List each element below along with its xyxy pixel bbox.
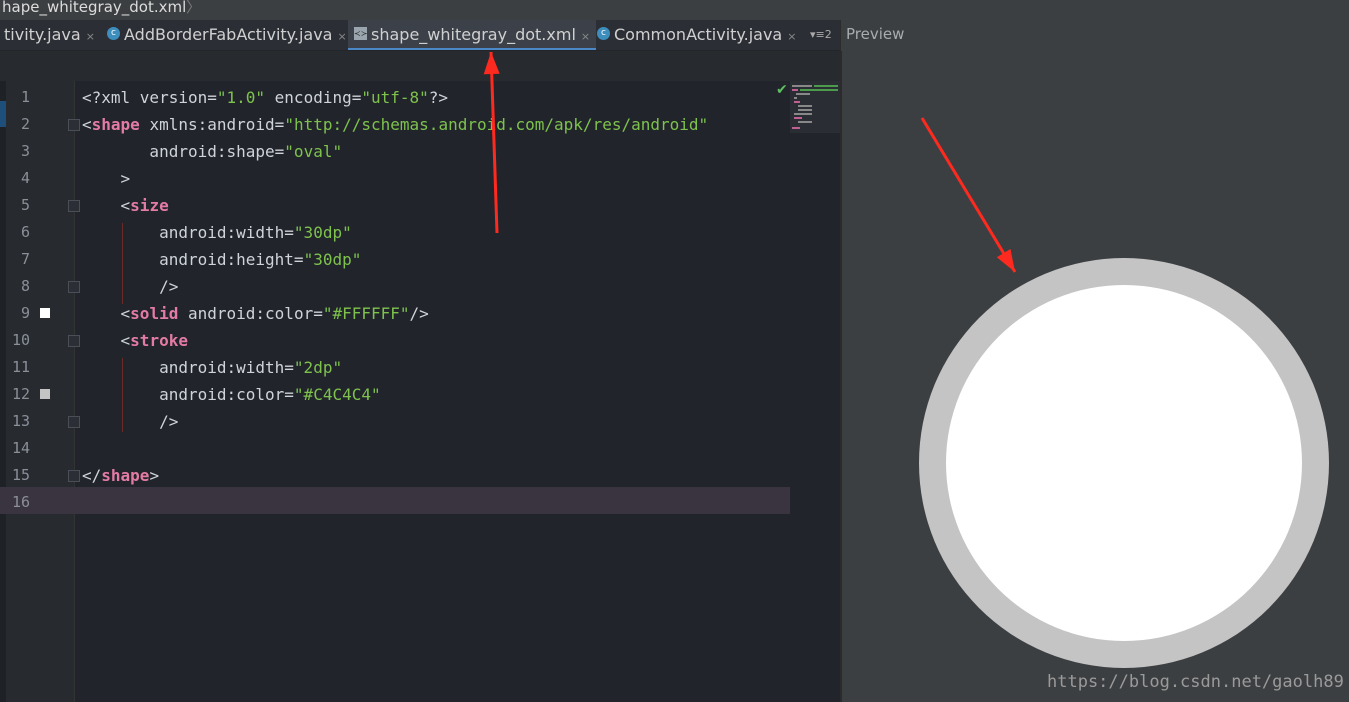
watermark: https://blog.csdn.net/gaolh89 — [1047, 672, 1344, 692]
preview-canvas — [919, 258, 1329, 668]
line-number: 7 — [20, 250, 30, 268]
line-number: 6 — [20, 223, 30, 241]
line-number: 5 — [20, 196, 30, 214]
code-line[interactable]: <solid android:color="#FFFFFF"/> — [82, 300, 429, 327]
breadcrumb[interactable]: hape_whitegray_dot.xml 〉 — [0, 0, 1349, 20]
color-swatch-icon[interactable] — [40, 308, 50, 318]
class-icon: c — [107, 27, 120, 40]
code-line[interactable]: android:width="30dp" — [82, 219, 352, 246]
tab-label: tivity.java — [4, 25, 81, 44]
fold-marker-icon[interactable] — [68, 200, 80, 212]
line-number: 15 — [11, 466, 30, 484]
editor-tab-bar: tivity.java × c AddBorderFabActivity.java ×… — [0, 20, 841, 51]
preview-title: Preview — [846, 25, 905, 43]
fold-marker-icon[interactable] — [68, 470, 80, 482]
code-line[interactable]: <?xml version="1.0" encoding="utf-8"?> — [82, 84, 448, 111]
tab-label: CommonActivity.java — [614, 25, 783, 44]
editor-header-strip — [0, 51, 841, 81]
tab-overflow-button[interactable]: ▾≡2 — [810, 20, 832, 50]
color-swatch-icon[interactable] — [40, 389, 50, 399]
line-number: 2 — [20, 115, 30, 133]
preview-oval-fill — [946, 285, 1302, 641]
close-icon[interactable]: × — [787, 30, 796, 43]
fold-marker-icon[interactable] — [68, 335, 80, 347]
close-icon[interactable]: × — [581, 30, 590, 43]
code-minimap[interactable] — [790, 81, 840, 133]
class-icon: c — [597, 27, 610, 40]
code-line[interactable]: /> — [82, 408, 178, 435]
current-line-highlight — [0, 487, 790, 514]
line-number: 1 — [20, 88, 30, 106]
tab-label: AddBorderFabActivity.java — [124, 25, 333, 44]
breadcrumb-separator: 〉 — [186, 0, 202, 16]
line-number: 9 — [20, 304, 30, 322]
close-icon[interactable]: × — [337, 30, 346, 43]
code-line[interactable]: </shape> — [82, 462, 159, 489]
tab-activity[interactable]: tivity.java × — [4, 20, 95, 50]
breadcrumb-file[interactable]: hape_whitegray_dot.xml — [2, 0, 186, 16]
line-number: 3 — [20, 142, 30, 160]
check-icon: ✔ — [776, 82, 788, 98]
code-line[interactable]: /> — [82, 273, 178, 300]
xml-file-icon: ≺≻ — [354, 27, 368, 40]
line-number: 4 — [20, 169, 30, 187]
code-line[interactable]: <shape xmlns:android="http://schemas.and… — [82, 111, 708, 138]
preview-panel — [841, 51, 1349, 702]
line-number: 16 — [11, 493, 30, 511]
fold-marker-icon[interactable] — [68, 416, 80, 428]
code-line[interactable]: <size — [82, 192, 169, 219]
close-icon[interactable]: × — [86, 30, 95, 43]
code-line[interactable]: > — [82, 165, 131, 192]
line-number: 14 — [11, 439, 30, 457]
code-line[interactable]: android:color="#C4C4C4" — [82, 381, 381, 408]
fold-marker-icon[interactable] — [68, 281, 80, 293]
tab-label: shape_whitegray_dot.xml — [371, 25, 576, 44]
line-number: 13 — [11, 412, 30, 430]
minimap-graphic — [792, 85, 838, 129]
code-line[interactable]: android:width="2dp" — [82, 354, 342, 381]
line-number: 8 — [20, 277, 30, 295]
tab-addborderfabactivity[interactable]: c AddBorderFabActivity.java × — [107, 20, 347, 50]
code-line[interactable]: android:shape="oval" — [82, 138, 342, 165]
tab-commonactivity[interactable]: c CommonActivity.java × — [597, 20, 796, 50]
fold-marker-icon[interactable] — [68, 119, 80, 131]
code-line[interactable]: android:height="30dp" — [82, 246, 361, 273]
code-line[interactable]: <stroke — [82, 327, 188, 354]
line-number: 12 — [11, 385, 30, 403]
tab-shape-whitegray-dot[interactable]: ≺≻ shape_whitegray_dot.xml × — [348, 20, 597, 50]
line-number: 10 — [11, 331, 30, 349]
line-number: 11 — [11, 358, 30, 376]
